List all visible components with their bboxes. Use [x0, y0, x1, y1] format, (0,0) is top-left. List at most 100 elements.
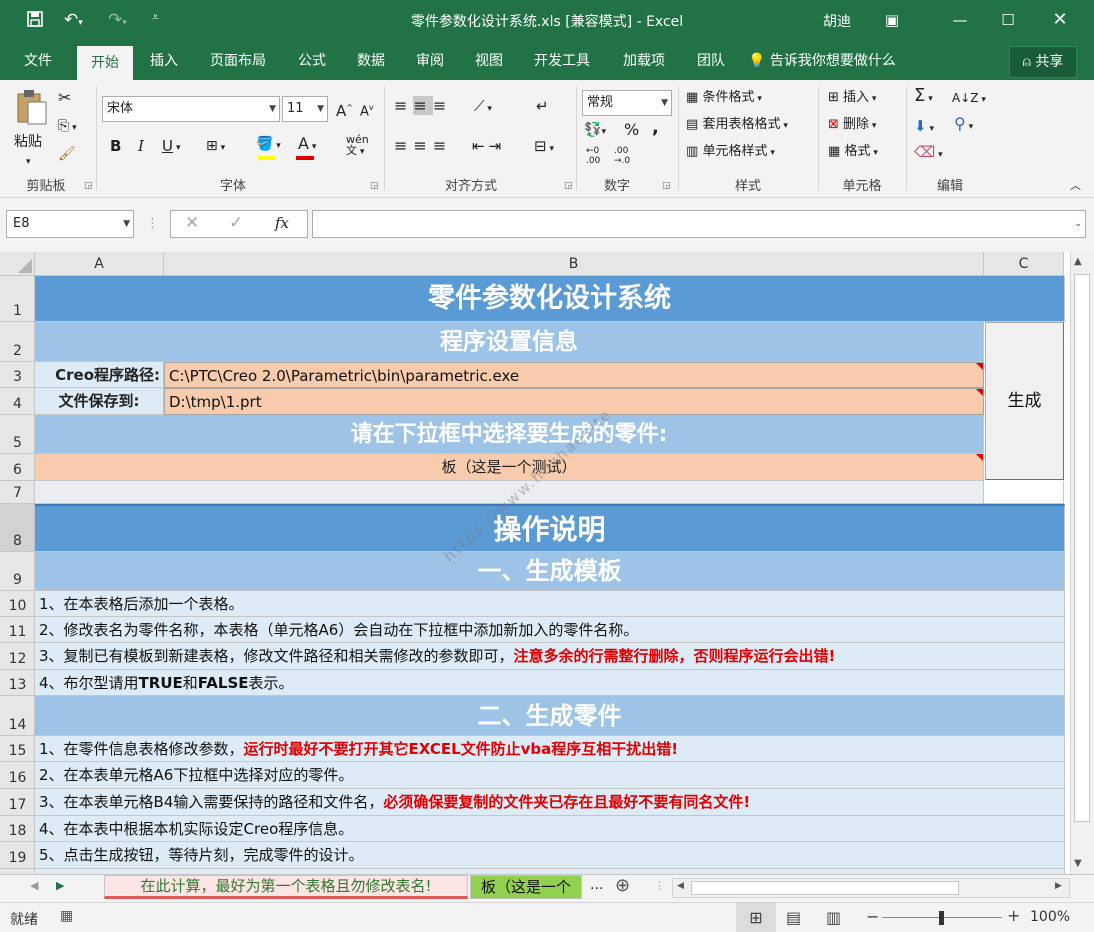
row-header[interactable]: 18	[0, 816, 35, 842]
row-header[interactable]: 5	[0, 415, 35, 454]
row-header[interactable]: 10	[0, 591, 35, 617]
shrink-font-icon[interactable]: Av	[360, 98, 374, 122]
zoom-in-icon[interactable]: +	[1007, 906, 1020, 925]
worksheet-grid[interactable]: A B C 1 2 3 4 5 6 7 8 9 10 11 12 13 14 1…	[0, 252, 1070, 874]
h-scroll-thumb[interactable]	[691, 881, 959, 895]
instruction-line[interactable]: 3、复制已有模板到新建表格，修改文件路径和相关需修改的参数即可，注意多余的行需整…	[35, 643, 1065, 670]
minimize-button[interactable]: —	[940, 6, 980, 34]
tab-split-grip-icon[interactable]: ⋮	[654, 879, 665, 892]
tab-insert[interactable]: 插入	[140, 42, 188, 80]
page-layout-view-icon[interactable]: ▤	[786, 908, 801, 927]
instruction-line[interactable]: 4、在本表中根据本机实际设定Creo程序信息。	[35, 816, 1065, 842]
sheet-tab[interactable]: 板（这是一个	[470, 875, 582, 899]
tab-developer[interactable]: 开发工具	[524, 42, 600, 80]
prev-sheet-icon[interactable]: ◀	[30, 879, 38, 892]
row-header[interactable]: 3	[0, 362, 35, 388]
fill-color-icon[interactable]: 🪣 ▾	[256, 134, 281, 156]
column-header-a[interactable]: A	[35, 252, 164, 276]
maximize-button[interactable]: ☐	[988, 6, 1028, 34]
indent-icons[interactable]: ⇤⇥	[472, 136, 505, 156]
row-header[interactable]: 11	[0, 617, 35, 643]
section-create-template[interactable]: 一、生成模板	[35, 552, 1065, 591]
row-header[interactable]: 15	[0, 736, 35, 762]
font-size-select[interactable]: 11 ▼	[282, 96, 328, 122]
instruction-line[interactable]: 5、点击生成按钮，等待片刻，完成零件的设计。	[35, 842, 1065, 869]
normal-view-icon[interactable]: ⊞	[736, 903, 776, 932]
section-generate-part[interactable]: 二、生成零件	[35, 696, 1065, 736]
currency-icon[interactable]: 💱▾	[584, 120, 606, 142]
clipboard-launcher-icon[interactable]: ◲	[84, 176, 93, 196]
instruction-line[interactable]: 3、在本表单元格B4输入需要保持的路径和文件名，必须确保要复制的文件夹已存在且最…	[35, 789, 1065, 816]
row-header[interactable]: 17	[0, 789, 35, 816]
number-format-select[interactable]: 常规 ▼	[582, 90, 672, 116]
instructions-title[interactable]: 操作说明	[35, 504, 1065, 552]
next-sheet-icon[interactable]: ▶	[56, 879, 64, 892]
scroll-right-icon[interactable]: ▶	[1055, 881, 1062, 891]
row-header[interactable]: 6	[0, 454, 35, 481]
clear-icon[interactable]: ⌫ ▾	[914, 142, 943, 165]
decrease-decimal-icon[interactable]: .00 →.0	[614, 146, 630, 166]
share-button[interactable]: ⍝ 共享	[1009, 46, 1077, 78]
zoom-slider-thumb[interactable]	[939, 911, 944, 925]
italic-button[interactable]: I	[138, 136, 144, 156]
font-name-select[interactable]: 宋体 ▼	[102, 96, 280, 122]
name-box[interactable]: E8 ▼	[6, 210, 134, 238]
horizontal-scrollbar[interactable]: ◀ ▶	[672, 878, 1070, 898]
scroll-left-icon[interactable]: ◀	[677, 881, 684, 891]
insert-cells-button[interactable]: ⊞ 插入 ▾	[828, 88, 876, 109]
number-launcher-icon[interactable]: ◲	[662, 176, 671, 196]
delete-cells-button[interactable]: ⊠ 删除 ▾	[828, 115, 876, 136]
paste-dropdown-icon[interactable]: ▾	[26, 152, 31, 172]
instruction-line[interactable]: 2、修改表名为零件名称，本表格（单元格A6）会自动在下拉框中添加新加入的零件名称…	[35, 617, 1065, 643]
underline-button[interactable]: U	[162, 136, 173, 156]
fill-down-icon[interactable]: ⬇ ▾	[914, 116, 934, 139]
row-header[interactable]: 12	[0, 643, 35, 670]
close-button[interactable]: ✕	[1040, 6, 1080, 34]
ribbon-display-icon[interactable]: ▣	[872, 6, 912, 34]
macro-record-icon[interactable]: ▦	[60, 908, 73, 924]
insert-function-button[interactable]: fx	[275, 213, 289, 233]
percent-button[interactable]: %	[624, 120, 639, 140]
comma-button[interactable]: ,	[652, 118, 659, 138]
scroll-thumb[interactable]	[1074, 274, 1090, 822]
creo-path-label[interactable]: Creo程序路径:	[35, 362, 164, 388]
borders-icon[interactable]: ⊞ ▾	[206, 136, 225, 158]
merge-center-icon[interactable]: ⊟ ▾	[534, 136, 554, 159]
row-header[interactable]: 19	[0, 842, 35, 869]
grow-font-icon[interactable]: A^	[336, 98, 353, 121]
instruction-line[interactable]: 2、在本表单元格A6下拉框中选择对应的零件。	[35, 762, 1065, 789]
autosum-icon[interactable]: Σ ▾	[914, 86, 933, 109]
find-select-icon[interactable]: ⚲ ▾	[954, 114, 973, 137]
cancel-icon[interactable]: ✕	[185, 213, 199, 233]
instruction-line[interactable]: 1、在零件信息表格修改参数，运行时最好不要打开其它EXCEL文件防止vba程序互…	[35, 736, 1065, 762]
row-header-selected[interactable]: 8	[0, 504, 35, 552]
cell-styles-button[interactable]: ▥ 单元格样式 ▾	[686, 142, 775, 163]
instruction-line[interactable]: 1、在本表格后添加一个表格。	[35, 591, 1065, 617]
user-name[interactable]: 胡迪	[823, 11, 851, 31]
increase-decimal-icon[interactable]: ←0.00	[586, 146, 600, 166]
format-as-table-button[interactable]: ▤ 套用表格格式 ▾	[686, 115, 788, 136]
row-header[interactable]: 13	[0, 670, 35, 696]
column-header-c[interactable]: C	[984, 252, 1064, 276]
row-header[interactable]: 14	[0, 696, 35, 736]
row-header[interactable]: 4	[0, 388, 35, 415]
tab-data[interactable]: 数据	[347, 42, 395, 80]
enter-icon[interactable]: ✓	[229, 213, 243, 233]
cut-icon[interactable]: ✂	[58, 88, 71, 108]
tab-file[interactable]: 文件	[10, 42, 66, 80]
add-sheet-icon[interactable]: ⊕	[615, 875, 630, 896]
conditional-format-button[interactable]: ▦ 条件格式 ▾	[686, 88, 762, 109]
collapse-ribbon-icon[interactable]: ︿	[1070, 176, 1081, 196]
format-cells-button[interactable]: ▦ 格式 ▾	[828, 142, 878, 163]
tab-page-layout[interactable]: 页面布局	[200, 42, 276, 80]
more-sheets-button[interactable]: ...	[590, 877, 603, 893]
wrap-text-icon[interactable]: ↵	[536, 96, 549, 116]
vertical-align-icons[interactable]: ≡≡≡	[394, 96, 452, 116]
zoom-level[interactable]: 100%	[1030, 909, 1070, 925]
alignment-launcher-icon[interactable]: ◲	[564, 176, 573, 196]
chevron-down-icon[interactable]: ▾	[176, 138, 181, 158]
column-header-b[interactable]: B	[164, 252, 984, 276]
save-path-value[interactable]: D:\tmp\1.prt	[164, 388, 984, 415]
vertical-scrollbar[interactable]: ▲ ▼	[1070, 252, 1094, 874]
page-break-view-icon[interactable]: ▥	[826, 908, 841, 927]
